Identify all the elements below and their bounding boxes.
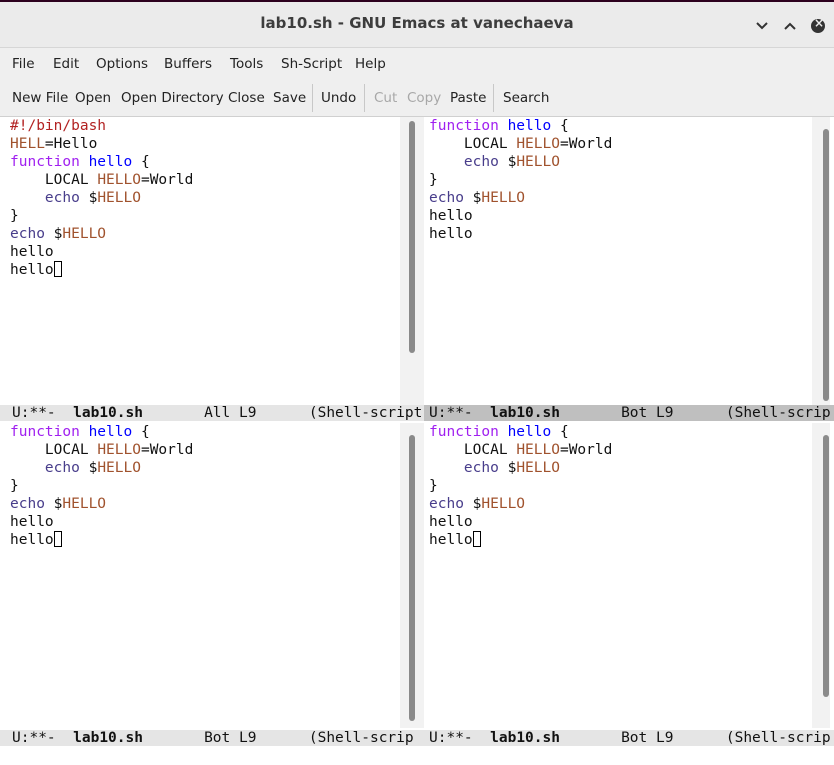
code-line: echo $HELLO — [10, 496, 107, 512]
code-line: function hello { — [10, 424, 150, 440]
text-cursor — [53, 261, 62, 277]
code-line: LOCAL HELLO=World — [429, 136, 613, 152]
window-bottom-right[interactable]: function hello { LOCAL HELLO=World echo … — [424, 423, 812, 728]
open-button[interactable]: Open — [75, 90, 111, 106]
new-file-button[interactable]: New File — [12, 90, 68, 106]
fringe — [812, 117, 822, 405]
window-top-right[interactable]: function hello { LOCAL HELLO=World echo … — [424, 117, 812, 405]
modeline-bottom-right[interactable]: U:**- lab10.sh Bot L9 (Shell-scrip — [424, 730, 834, 746]
text-cursor — [53, 531, 62, 547]
code-line: hello — [429, 208, 473, 224]
code-line: echo $HELLO — [429, 190, 526, 206]
menu-sh-script[interactable]: Sh-Script — [281, 56, 342, 72]
buffer-text[interactable]: function hello { LOCAL HELLO=World echo … — [10, 423, 193, 549]
fringe — [400, 423, 408, 728]
buffer-text[interactable]: function hello { LOCAL HELLO=World echo … — [429, 423, 612, 549]
scrollbar-thumb[interactable] — [823, 435, 829, 697]
code-line: hello — [10, 261, 62, 278]
scrollbar-thumb[interactable] — [823, 129, 829, 401]
minimize-button[interactable] — [752, 16, 772, 36]
menu-help[interactable]: Help — [355, 56, 386, 72]
echo-area[interactable] — [0, 746, 834, 765]
scrollbar-thumb[interactable] — [409, 435, 415, 721]
code-line: } — [429, 172, 438, 188]
code-line: hello — [10, 531, 62, 548]
code-line: HELL=Hello — [10, 136, 98, 152]
close-button[interactable] — [808, 16, 828, 36]
search-button[interactable]: Search — [503, 90, 549, 106]
code-line: echo $HELLO — [10, 226, 107, 242]
text-cursor — [472, 531, 481, 547]
code-line: LOCAL HELLO=World — [429, 442, 613, 458]
scrollbar-top-left[interactable] — [408, 117, 416, 405]
copy-button[interactable]: Copy — [407, 90, 441, 106]
code-line: echo $HELLO — [44, 460, 141, 476]
code-line: hello — [10, 244, 54, 260]
buffer-text[interactable]: function hello { LOCAL HELLO=World echo … — [429, 117, 612, 243]
modeline-bottom-left[interactable]: U:**- lab10.sh Bot L9 (Shell-scrip — [0, 730, 424, 746]
scrollbar-bottom-right[interactable] — [822, 423, 830, 728]
code-line: } — [429, 478, 438, 494]
code-line: echo $HELLO — [429, 496, 526, 512]
code-line: } — [10, 208, 19, 224]
modeline-top-left[interactable]: U:**- lab10.sh All L9 (Shell-script — [0, 405, 424, 421]
code-line: echo $HELLO — [44, 190, 141, 206]
window-title: lab10.sh - GNU Emacs at vanechaeva — [260, 14, 574, 32]
menu-options[interactable]: Options — [96, 56, 148, 72]
code-line: LOCAL HELLO=World — [10, 442, 194, 458]
code-line: echo $HELLO — [463, 154, 560, 170]
undo-button[interactable]: Undo — [321, 90, 356, 106]
code-line: #!/bin/bash — [10, 118, 107, 134]
chevron-down-icon — [756, 22, 768, 30]
code-line: hello — [429, 531, 481, 548]
buffer-text[interactable]: #!/bin/bash HELL=Hello function hello { … — [10, 117, 193, 279]
fringe — [416, 423, 424, 728]
toolbar-separator — [493, 84, 494, 112]
menu-bar: File Edit Options Buffers Tools Sh-Scrip… — [0, 48, 834, 80]
close-icon — [811, 16, 825, 33]
chevron-up-icon — [784, 22, 796, 30]
fringe — [812, 423, 822, 728]
paste-button[interactable]: Paste — [450, 90, 486, 106]
code-line: function hello { — [429, 424, 569, 440]
modeline-top-right[interactable]: U:**- lab10.sh Bot L9 (Shell-scrip — [424, 405, 834, 421]
code-line: hello — [429, 514, 473, 530]
code-line: hello — [10, 514, 54, 530]
toolbar-separator — [312, 84, 313, 112]
window-titlebar: lab10.sh - GNU Emacs at vanechaeva — [0, 0, 834, 48]
menu-file[interactable]: File — [12, 56, 35, 72]
menu-buffers[interactable]: Buffers — [164, 56, 212, 72]
open-directory-button[interactable]: Open Directory — [121, 90, 224, 106]
fringe — [416, 117, 424, 405]
save-button[interactable]: Save — [273, 90, 306, 106]
fringe — [400, 117, 408, 405]
scrollbar-bottom-left[interactable] — [408, 423, 416, 728]
menu-edit[interactable]: Edit — [53, 56, 79, 72]
cut-button[interactable]: Cut — [374, 90, 397, 106]
toolbar-separator — [364, 84, 365, 112]
tool-bar: New File Open Open Directory Close Save … — [0, 80, 834, 117]
code-line: function hello { — [429, 118, 569, 134]
menu-tools[interactable]: Tools — [230, 56, 263, 72]
code-line: } — [10, 478, 19, 494]
code-line: echo $HELLO — [463, 460, 560, 476]
scrollbar-top-right[interactable] — [822, 117, 830, 405]
close-button-toolbar[interactable]: Close — [228, 90, 265, 106]
window-bottom-left[interactable]: function hello { LOCAL HELLO=World echo … — [0, 423, 400, 728]
window-top-left[interactable]: #!/bin/bash HELL=Hello function hello { … — [0, 117, 400, 405]
maximize-button[interactable] — [780, 16, 800, 36]
code-line: hello — [429, 226, 473, 242]
code-line: LOCAL HELLO=World — [10, 172, 194, 188]
scrollbar-thumb[interactable] — [409, 121, 415, 353]
code-line: function hello { — [10, 154, 150, 170]
